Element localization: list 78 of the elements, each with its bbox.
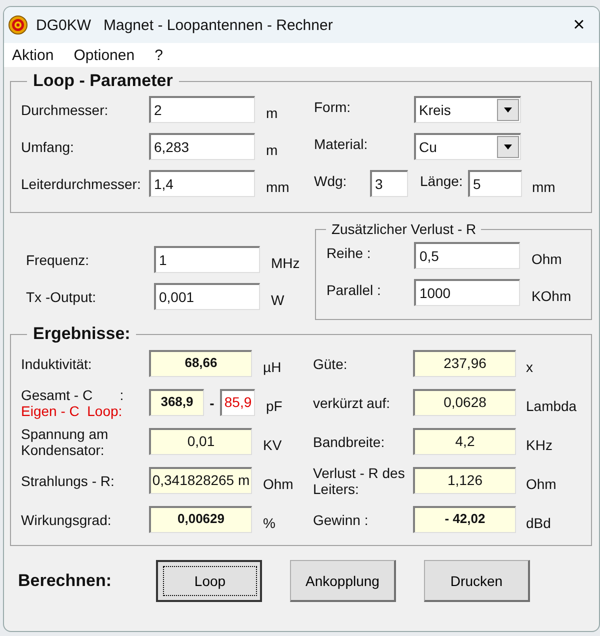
output-field: 0,341828265 m — [149, 467, 252, 494]
field-label: Umfang: — [21, 138, 75, 154]
caret-icon — [503, 107, 513, 113]
app-icon — [8, 15, 28, 35]
input-field[interactable]: 1,4 — [149, 170, 255, 197]
action-button[interactable]: Drucken — [424, 560, 530, 602]
close-button[interactable]: × — [559, 9, 599, 41]
output-field: 0,01 — [149, 428, 252, 455]
unit-label: W — [271, 290, 286, 308]
output-field: 4,2 — [413, 428, 516, 455]
unit-label: dBd — [526, 514, 552, 530]
window-title: DG0KW Magnet - Loopantennen - Rechner — [36, 16, 334, 34]
field-label: Material: — [314, 136, 369, 154]
input-field[interactable]: 5 — [468, 170, 522, 197]
unit-label: Lambda — [526, 396, 578, 414]
result-label: Gesamt - C : — [21, 386, 125, 402]
unit-label: MHz — [271, 254, 301, 270]
unit-label: Ohm — [263, 474, 294, 492]
input-field[interactable]: 1000 — [414, 279, 520, 306]
unit-label: Ohm — [526, 474, 558, 492]
input-field[interactable]: 0,001 — [154, 283, 260, 310]
output-field: - 42,02 — [413, 506, 516, 533]
unit-label: KV — [263, 436, 283, 452]
unit-label: mm — [532, 178, 556, 194]
output-field: 1,126 — [413, 467, 516, 494]
field-label: Frequenz: — [26, 252, 90, 268]
section-label: Berechnen: — [18, 571, 113, 591]
action-button[interactable]: Loop — [156, 560, 262, 602]
dropdown[interactable]: Cu — [414, 133, 521, 160]
caret-icon — [503, 144, 513, 150]
unit-label: m — [266, 104, 279, 120]
result-label: Induktivität: — [21, 356, 93, 372]
output-field: 368,9 — [149, 389, 204, 416]
output-field: 0,0628 — [413, 389, 516, 416]
result-label: Bandbreite: — [313, 434, 386, 450]
input-field[interactable]: 6,283 — [149, 133, 255, 160]
unit-label: KHz — [526, 436, 554, 452]
dropdown[interactable]: Kreis — [414, 96, 521, 123]
menu-item[interactable]: ? — [154, 46, 163, 64]
field-label: Parallel : — [326, 282, 382, 300]
result-label: Gewinn : — [313, 512, 370, 528]
field-label: Form: — [314, 98, 352, 116]
unit-label: pF — [266, 396, 284, 414]
input-field[interactable]: 2 — [149, 96, 255, 123]
minus-sign: - — [208, 394, 216, 410]
output-field: 0,00629 — [149, 506, 252, 533]
output-field: 237,96 — [413, 350, 516, 377]
result-label: Verlust - R des Leiters: — [313, 464, 406, 496]
unit-label: KOhm — [531, 286, 572, 304]
unit-label: m — [266, 140, 279, 158]
input-field[interactable]: 3 — [370, 170, 408, 197]
group-title: Loop - Parameter — [32, 71, 174, 91]
group-title: Ergebnisse: — [32, 324, 132, 344]
unit-label: x — [526, 358, 534, 374]
field-label: Länge: — [420, 172, 464, 191]
unit-label: µH — [263, 358, 282, 374]
result-label: verkürzt auf: — [313, 394, 392, 410]
field-label: Tx -Output: — [26, 288, 98, 304]
unit-label: Ohm — [531, 250, 563, 266]
result-label: Wirkungsgrad: — [21, 512, 112, 528]
input-field[interactable]: 0,5 — [414, 242, 520, 269]
output-field: 68,66 — [149, 350, 252, 377]
field-label: Durchmesser: — [21, 102, 110, 118]
result-label: Eigen - C Loop: — [21, 402, 124, 418]
field-label: Reihe : — [326, 244, 372, 262]
unit-label: % — [263, 514, 276, 530]
menu-item[interactable]: Aktion — [12, 46, 54, 64]
output-field: 85,9 — [220, 389, 255, 416]
result-label: Spannung am Kondensator: — [21, 426, 110, 458]
menu-item[interactable]: Optionen — [74, 46, 135, 64]
field-label: Wdg: — [314, 172, 348, 191]
result-label: Güte: — [313, 356, 348, 372]
group-title: Zusätzlicher Verlust - R — [330, 221, 478, 237]
field-label: Leiterdurchmesser: — [21, 176, 142, 192]
result-label: Strahlungs - R: — [21, 472, 116, 488]
unit-label: mm — [266, 178, 290, 194]
action-button[interactable]: Ankopplung — [290, 560, 396, 602]
input-field[interactable]: 1 — [154, 246, 260, 273]
